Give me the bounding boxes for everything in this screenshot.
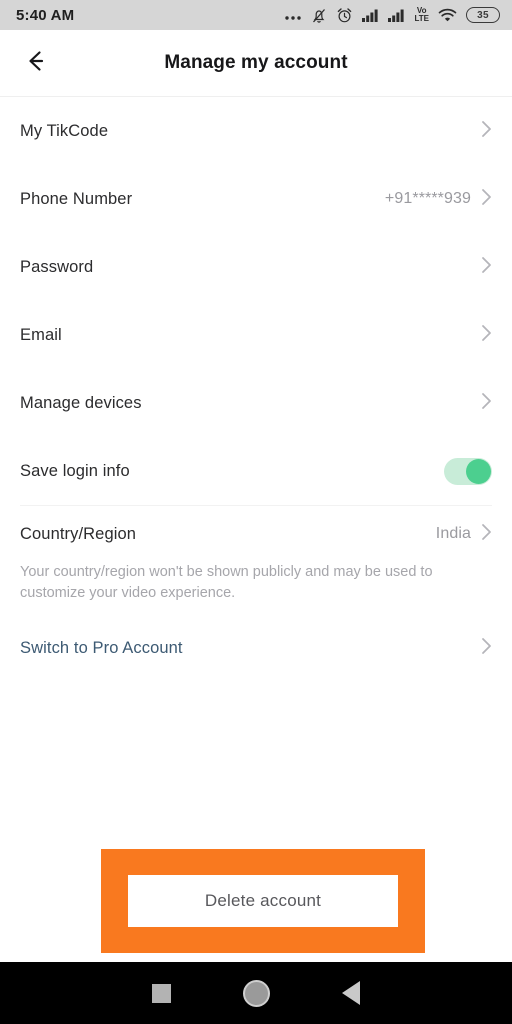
chevron-right-icon (481, 188, 492, 211)
chevron-right-icon (481, 392, 492, 415)
row-label: Manage devices (20, 393, 142, 412)
chevron-right-icon (481, 120, 492, 143)
volte-bottom: LTE (414, 14, 429, 23)
back-button[interactable] (14, 41, 58, 85)
row-right (481, 392, 492, 415)
signal-bars-2-icon (388, 8, 405, 22)
status-icons: Vo LTE 35 (284, 7, 500, 24)
status-time: 5:40 AM (16, 6, 75, 24)
battery-icon: 35 (466, 7, 500, 23)
delete-account-highlight: Delete account (101, 849, 425, 953)
row-password[interactable]: Password (20, 233, 492, 301)
pro-account-section: Switch to Pro Account (0, 614, 512, 682)
triangle-left-icon[interactable] (342, 981, 360, 1005)
row-phone-number[interactable]: Phone Number +91*****939 (20, 165, 492, 233)
toggle-knob (466, 458, 491, 484)
row-right (444, 457, 492, 485)
settings-list: My TikCode Phone Number +91*****939 Pass… (0, 97, 512, 505)
page-title: Manage my account (164, 52, 348, 73)
row-right (481, 637, 492, 660)
row-right (481, 256, 492, 279)
country-value: India (435, 525, 471, 542)
android-navigation-bar (0, 962, 512, 1024)
alarm-clock-icon (336, 7, 353, 24)
wifi-icon (438, 8, 457, 22)
row-save-login-info[interactable]: Save login info (20, 437, 492, 505)
status-bar: 5:40 AM Vo LTE 35 (0, 0, 512, 30)
country-region-note: Your country/region won't be shown publi… (20, 564, 433, 602)
row-email[interactable]: Email (20, 301, 492, 369)
row-label: Country/Region (20, 524, 137, 543)
signal-bars-icon (362, 8, 379, 22)
row-my-tikcode[interactable]: My TikCode (20, 97, 492, 165)
row-label: Save login info (20, 461, 130, 480)
row-manage-devices[interactable]: Manage devices (20, 369, 492, 437)
row-right: +91*****939 (385, 188, 492, 211)
row-label: Password (20, 257, 94, 276)
save-login-toggle[interactable] (444, 457, 492, 485)
chevron-right-icon (481, 324, 492, 347)
chevron-right-icon (481, 637, 492, 660)
app-header: Manage my account (0, 30, 512, 97)
country-region-block: Country/Region India Your country/region… (0, 506, 512, 614)
row-label: Phone Number (20, 189, 133, 208)
circle-icon[interactable] (243, 979, 270, 1007)
row-country-region[interactable]: Country/Region India (20, 506, 492, 562)
battery-level: 35 (477, 9, 489, 21)
row-label: Email (20, 325, 62, 344)
delete-account-button[interactable]: Delete account (128, 875, 398, 927)
arrow-left-icon (22, 47, 50, 80)
more-dots-icon (284, 8, 302, 22)
square-icon[interactable] (152, 983, 171, 1003)
chevron-right-icon (481, 523, 492, 546)
row-switch-to-pro-account[interactable]: Switch to Pro Account (20, 614, 492, 682)
row-right (481, 324, 492, 347)
volte-icon: Vo LTE (414, 7, 429, 23)
phone-number-value: +91*****939 (384, 190, 471, 207)
chevron-right-icon (481, 256, 492, 279)
row-label: Switch to Pro Account (20, 638, 183, 657)
row-right: India (436, 523, 492, 546)
bell-muted-icon (311, 7, 327, 24)
row-label: My TikCode (20, 121, 109, 140)
row-right (481, 120, 492, 143)
